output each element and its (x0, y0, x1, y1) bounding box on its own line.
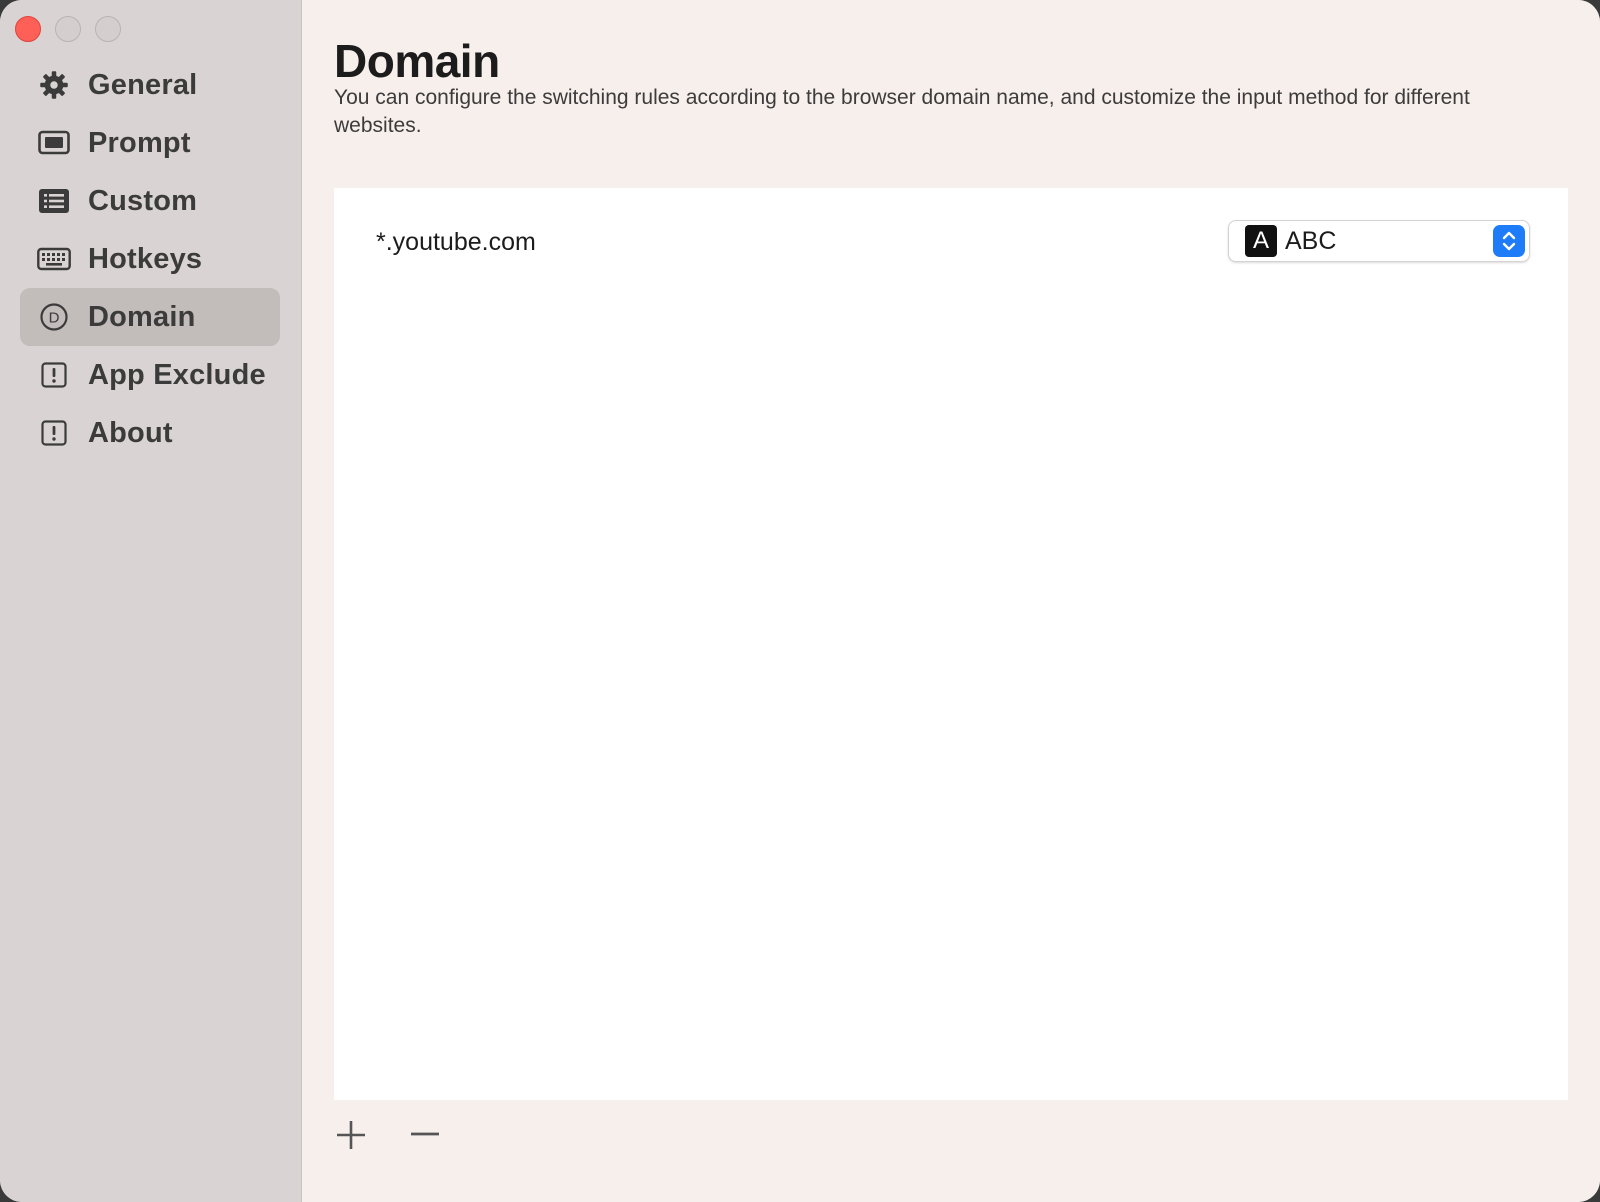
svg-text:D: D (49, 310, 60, 327)
sidebar-item-label: Domain (88, 300, 196, 333)
sidebar-item-about[interactable]: About (20, 404, 280, 462)
minimize-window-button[interactable] (55, 16, 81, 42)
preferences-window: General Prompt Custom Hotkeys D Domain A… (0, 0, 1600, 1202)
sidebar-item-label: About (88, 416, 173, 449)
domain-rule-list: *.youtube.com A ABC (334, 188, 1568, 1100)
sidebar-item-label: Hotkeys (88, 242, 203, 275)
window-controls (15, 16, 121, 42)
sidebar-item-custom[interactable]: Custom (20, 172, 280, 230)
close-window-button[interactable] (15, 16, 41, 42)
remove-rule-button[interactable] (408, 1120, 442, 1154)
display-icon (36, 128, 72, 158)
list-toolbar (334, 1120, 442, 1154)
input-source-icon: A (1245, 225, 1277, 257)
sidebar-item-label: General (88, 68, 198, 101)
gear-icon (36, 70, 72, 100)
sidebar-item-prompt[interactable]: Prompt (20, 114, 280, 172)
sidebar-item-domain[interactable]: D Domain (20, 288, 280, 346)
sidebar-item-label: App Exclude (88, 358, 266, 391)
zoom-window-button[interactable] (95, 16, 121, 42)
sidebar-nav: General Prompt Custom Hotkeys D Domain A… (20, 56, 280, 462)
plus-icon (335, 1119, 367, 1156)
main-content: Domain You can configure the switching r… (302, 0, 1600, 1202)
circle-d-icon: D (36, 302, 72, 332)
sidebar-item-general[interactable]: General (20, 56, 280, 114)
sidebar-item-hotkeys[interactable]: Hotkeys (20, 230, 280, 288)
minus-icon (409, 1119, 441, 1156)
input-method-value: ABC (1285, 226, 1337, 255)
page-description: You can configure the switching rules ac… (334, 86, 1470, 137)
sidebar: General Prompt Custom Hotkeys D Domain A… (0, 0, 302, 1202)
sidebar-item-app-exclude[interactable]: App Exclude (20, 346, 280, 404)
table-row[interactable]: *.youtube.com A ABC (334, 220, 1568, 266)
domain-pattern: *.youtube.com (376, 228, 536, 256)
input-method-select[interactable]: A ABC (1228, 220, 1530, 262)
page-title: Domain (334, 35, 500, 87)
keyboard-icon (36, 244, 72, 274)
exclamation-square-icon (36, 360, 72, 390)
chevron-up-down-icon[interactable] (1493, 225, 1525, 257)
list-icon (36, 186, 72, 216)
sidebar-item-label: Custom (88, 184, 198, 217)
add-rule-button[interactable] (334, 1120, 368, 1154)
exclamation-square-icon (36, 418, 72, 448)
sidebar-item-label: Prompt (88, 126, 191, 159)
